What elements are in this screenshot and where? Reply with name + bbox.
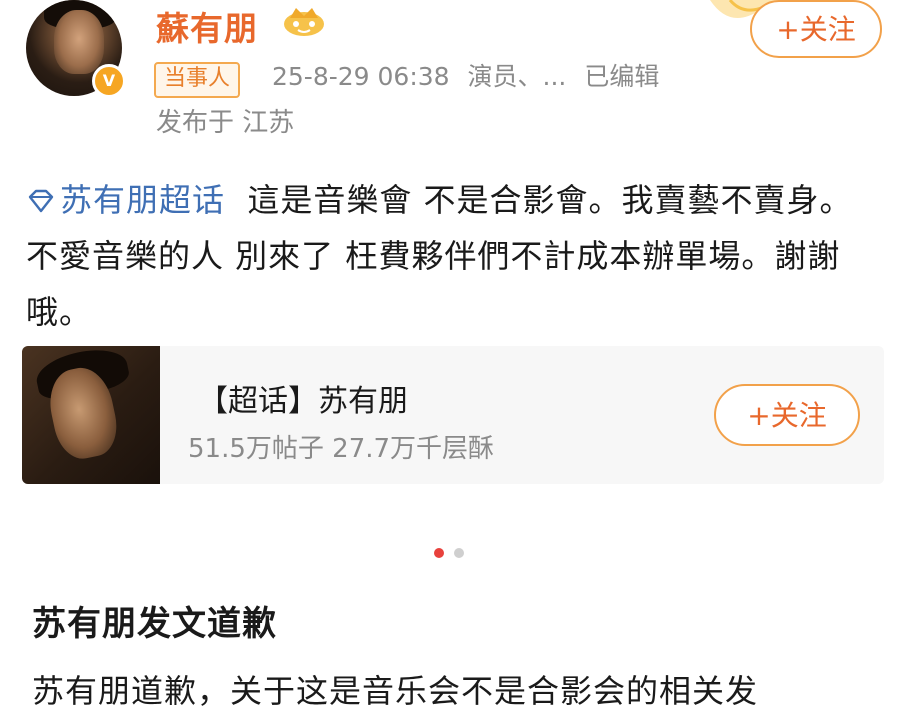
crown-badge-icon	[284, 8, 324, 36]
party-tag-badge: 当事人	[154, 62, 241, 98]
topic-link-label: 苏有朋超话	[60, 181, 226, 219]
follow-button[interactable]: +关注	[750, 0, 882, 58]
user-role[interactable]: 演员、...	[468, 62, 567, 91]
carousel-dot[interactable]	[454, 548, 464, 558]
topic-follow-button[interactable]: +关注	[714, 384, 860, 446]
post-location: 发布于 江苏	[156, 108, 295, 138]
topic-thumbnail[interactable]	[22, 346, 160, 484]
user-name[interactable]: 蘇有朋	[156, 2, 258, 50]
article-body: 苏有朋道歉，关于这是音乐会不是合影会的相关发	[32, 672, 759, 710]
edited-label[interactable]: 已编辑	[584, 62, 659, 91]
article-title[interactable]: 苏有朋发文道歉	[32, 596, 277, 645]
post-text: 苏有朋超话 這是音樂會 不是合影會。我賣藝不賣身。不愛音樂的人 別來了 枉費夥伴…	[26, 172, 876, 340]
carousel-dot-active[interactable]	[434, 548, 444, 558]
topic-card[interactable]: 【超话】苏有朋 51.5万帖子 27.7万千层酥 +关注	[22, 346, 884, 484]
topic-card-stats: 51.5万帖子 27.7万千层酥	[188, 434, 495, 464]
verified-v-icon: V	[92, 64, 126, 98]
diamond-topic-icon	[28, 189, 54, 213]
topic-card-title: 【超话】苏有朋	[198, 384, 408, 419]
post-timestamp: 25-8-29 06:38	[272, 62, 450, 91]
post-meta: 25-8-29 06:38 演员、... 已编辑	[272, 58, 669, 96]
topic-link[interactable]: 苏有朋超话	[26, 181, 225, 219]
